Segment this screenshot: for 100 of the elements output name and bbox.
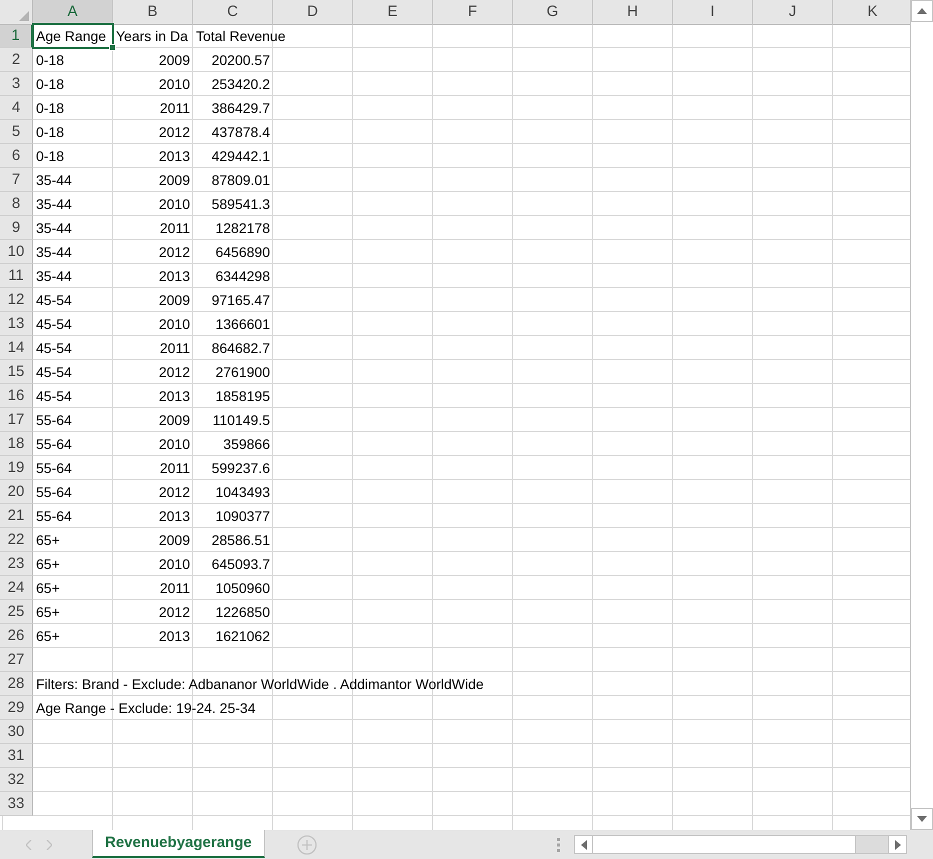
column-header[interactable]: F: [433, 0, 513, 25]
table-cell: 28586.51: [212, 532, 270, 548]
table-cell: 2010: [158, 436, 190, 452]
table-cell: 1050960: [215, 580, 270, 596]
table-cell: 45-54: [36, 364, 72, 380]
table-cell: 253420.2: [212, 76, 270, 92]
table-cell: 2012: [158, 244, 190, 260]
row-header[interactable]: 25: [0, 600, 33, 624]
row-header[interactable]: 22: [0, 528, 33, 552]
column-header[interactable]: B: [113, 0, 193, 25]
horizontal-scrollbar[interactable]: [574, 835, 907, 854]
scroll-down-button[interactable]: [911, 808, 933, 830]
table-cell: 45-54: [36, 316, 72, 332]
table-cell: 35-44: [36, 220, 72, 236]
column-header[interactable]: H: [593, 0, 673, 25]
row-header[interactable]: 24: [0, 576, 33, 600]
row-header[interactable]: 6: [0, 144, 33, 168]
table-cell: 0-18: [36, 124, 64, 140]
table-cell: 864682.7: [212, 340, 270, 356]
row-header[interactable]: 12: [0, 288, 33, 312]
splitter-handle-icon[interactable]: [557, 838, 560, 852]
table-cell: 45-54: [36, 388, 72, 404]
row-header[interactable]: 5: [0, 120, 33, 144]
row-header[interactable]: 26: [0, 624, 33, 648]
row-header[interactable]: 20: [0, 480, 33, 504]
column-header[interactable]: D: [273, 0, 353, 25]
row-header[interactable]: 31: [0, 744, 33, 768]
previous-sheet-icon[interactable]: [26, 840, 32, 850]
table-cell: 2012: [158, 484, 190, 500]
row-header[interactable]: 33: [0, 792, 33, 816]
row-header[interactable]: 29: [0, 696, 33, 720]
row-header[interactable]: 23: [0, 552, 33, 576]
select-all-icon[interactable]: [19, 11, 29, 21]
column-header[interactable]: J: [753, 0, 833, 25]
table-cell: 589541.3: [212, 196, 270, 212]
row-header[interactable]: 21: [0, 504, 33, 528]
row-header[interactable]: 8: [0, 192, 33, 216]
table-cell: 2009: [158, 532, 190, 548]
table-cell: 359866: [223, 436, 270, 452]
table-cell: 1226850: [215, 604, 270, 620]
table-cell: 1621062: [215, 628, 270, 644]
table-cell: 65+: [36, 556, 60, 572]
table-cell: 386429.7: [212, 100, 270, 116]
row-header[interactable]: 13: [0, 312, 33, 336]
table-cell: 2011: [160, 100, 190, 116]
row-header[interactable]: 27: [0, 648, 33, 672]
up-arrow-icon: [917, 8, 927, 14]
table-cell: 65+: [36, 532, 60, 548]
left-arrow-icon[interactable]: [580, 840, 586, 850]
table-cell: 87809.01: [212, 172, 270, 188]
row-header[interactable]: 1: [0, 24, 33, 48]
row-header[interactable]: 17: [0, 408, 33, 432]
table-cell: 2010: [158, 76, 190, 92]
table-cell: 2011: [160, 580, 190, 596]
row-header[interactable]: 32: [0, 768, 33, 792]
table-cell: 2013: [158, 148, 190, 164]
vertical-scrollbar[interactable]: [910, 0, 933, 830]
table-cell: Years in Da: [116, 28, 188, 44]
row-header[interactable]: 19: [0, 456, 33, 480]
table-cell: 1282178: [215, 220, 270, 236]
right-arrow-icon[interactable]: [894, 840, 900, 850]
row-header[interactable]: 3: [0, 72, 33, 96]
row-header[interactable]: 7: [0, 168, 33, 192]
row-header[interactable]: 30: [0, 720, 33, 744]
table-cell: 1858195: [215, 388, 270, 404]
row-header[interactable]: 9: [0, 216, 33, 240]
row-header[interactable]: 11: [0, 264, 33, 288]
column-header[interactable]: K: [833, 0, 910, 25]
sheet-tab[interactable]: Revenuebyagerange: [92, 830, 265, 858]
scroll-up-button[interactable]: [911, 0, 933, 22]
table-cell: 45-54: [36, 340, 72, 356]
row-header[interactable]: 28: [0, 672, 33, 696]
row-header[interactable]: 10: [0, 240, 33, 264]
column-header[interactable]: A: [33, 0, 113, 25]
table-cell: 2011: [160, 460, 190, 476]
table-cell: Age Range: [36, 28, 106, 44]
table-cell: 1043493: [215, 484, 270, 500]
add-sheet-icon[interactable]: [296, 834, 317, 854]
next-sheet-icon[interactable]: [46, 840, 52, 850]
table-cell: 20200.57: [212, 52, 270, 68]
table-cell: 65+: [36, 604, 60, 620]
table-cell: 55-64: [36, 436, 72, 452]
row-header[interactable]: 2: [0, 48, 33, 72]
column-header[interactable]: C: [193, 0, 273, 25]
column-header[interactable]: I: [673, 0, 753, 25]
table-cell: 2009: [158, 52, 190, 68]
table-cell: 55-64: [36, 484, 72, 500]
table-cell: 97165.47: [212, 292, 270, 308]
table-cell: 2013: [158, 388, 190, 404]
row-header[interactable]: 4: [0, 96, 33, 120]
row-header[interactable]: 14: [0, 336, 33, 360]
table-cell: 2013: [158, 628, 190, 644]
table-cell: 2009: [158, 292, 190, 308]
column-header[interactable]: E: [353, 0, 433, 25]
table-cell: Total Revenue: [196, 28, 286, 44]
row-header[interactable]: 15: [0, 360, 33, 384]
row-header[interactable]: 16: [0, 384, 33, 408]
column-header[interactable]: G: [513, 0, 593, 25]
row-header[interactable]: 18: [0, 432, 33, 456]
table-cell: Age Range - Exclude: 19-24. 25-34: [36, 700, 256, 716]
